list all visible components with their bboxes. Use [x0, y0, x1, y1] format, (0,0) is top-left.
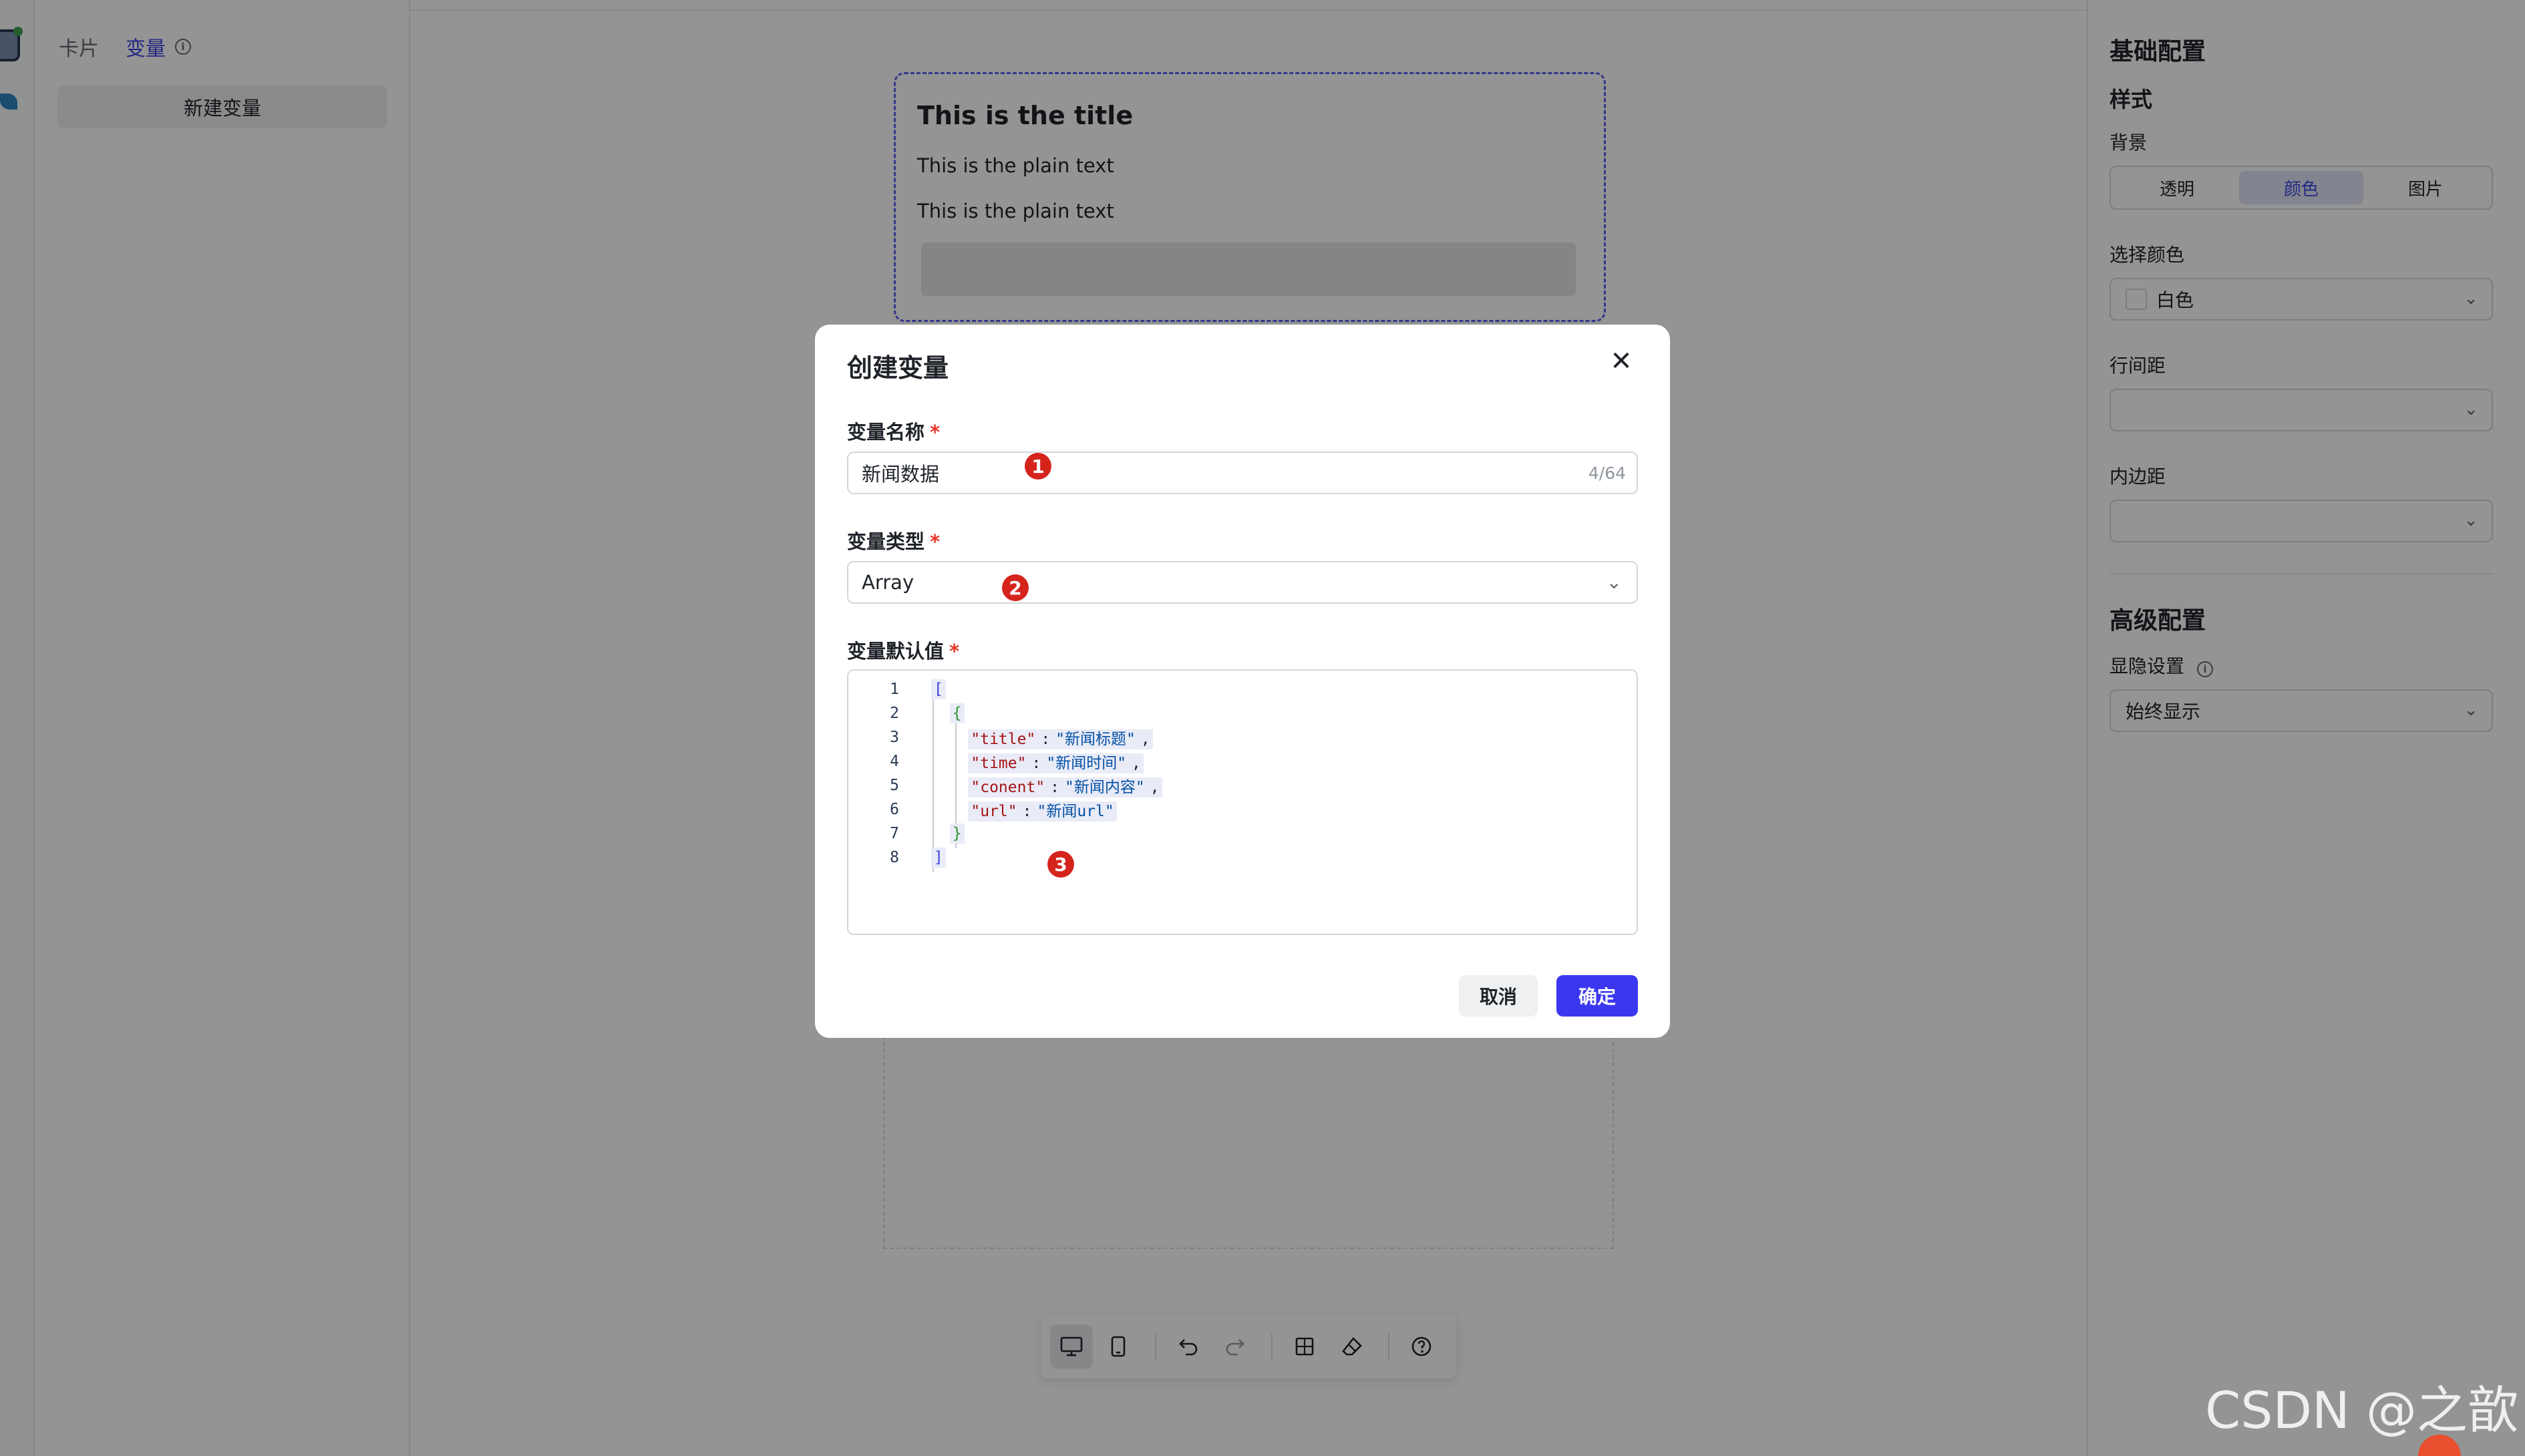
code-token: "新闻url": [1034, 801, 1117, 822]
code-token: :: [1038, 729, 1053, 749]
code-token: ]: [931, 848, 946, 868]
required-mark: *: [930, 421, 941, 443]
code-text[interactable]: "conent": "新闻内容",: [931, 774, 1162, 797]
line-number: 2: [890, 705, 899, 722]
code-line[interactable]: 1[: [848, 677, 1637, 701]
code-text[interactable]: [: [931, 679, 946, 699]
code-token: "新闻时间": [1043, 753, 1130, 773]
code-token: ,: [1147, 777, 1162, 797]
code-line[interactable]: 6 "url": "新闻url": [848, 797, 1637, 822]
variable-name-label: 变量名称 *: [847, 417, 940, 445]
required-mark: *: [930, 530, 941, 553]
code-text[interactable]: }: [931, 824, 965, 844]
annotation-badge-1: 1: [1025, 453, 1051, 480]
variable-type-label-text: 变量类型: [847, 530, 925, 553]
dialog-title: 创建变量: [847, 353, 949, 383]
watermark: CSDN @之歆: [2205, 1381, 2518, 1440]
line-number: 5: [890, 777, 899, 794]
chevron-down-icon: ⌄: [1606, 571, 1622, 593]
code-token: "title": [968, 729, 1039, 749]
code-text[interactable]: {: [931, 703, 965, 723]
required-mark: *: [949, 640, 960, 663]
code-token: "time": [968, 753, 1029, 773]
code-text[interactable]: ]: [931, 848, 946, 868]
code-lines[interactable]: 1[2 {3 "title": "新闻标题", 4 "time": "新闻时间", 5 …: [848, 677, 1637, 870]
code-line[interactable]: 2 {: [848, 701, 1637, 725]
code-text[interactable]: "url": "新闻url": [931, 798, 1117, 822]
annotation-badge-2: 2: [1002, 574, 1029, 601]
code-token: "url": [968, 801, 1020, 822]
variable-name-input[interactable]: [847, 451, 1638, 494]
line-number: 4: [890, 753, 899, 770]
code-token: [: [931, 679, 946, 699]
name-char-counter: 4/64: [1588, 464, 1626, 483]
line-number: 1: [890, 681, 899, 698]
close-icon[interactable]: ✕: [1605, 345, 1638, 378]
code-line[interactable]: 7 }: [848, 822, 1637, 846]
confirm-button[interactable]: 确定: [1556, 975, 1638, 1017]
variable-default-label-text: 变量默认值: [847, 640, 945, 663]
code-token: "conent": [968, 777, 1048, 797]
code-token: :: [1019, 801, 1035, 822]
code-token: {: [949, 703, 965, 723]
default-value-code-editor[interactable]: 1[2 {3 "title": "新闻标题", 4 "time": "新闻时间", 5 …: [847, 669, 1638, 935]
create-variable-dialog: 创建变量 ✕ 变量名称* 4/64 1 变量类型* Array ⌄ 2 变量默认…: [815, 325, 1670, 1038]
line-number: 8: [890, 849, 899, 866]
code-token: "新闻标题": [1053, 729, 1138, 749]
code-line[interactable]: 3 "title": "新闻标题",: [848, 725, 1637, 749]
line-number: 3: [890, 729, 899, 746]
cancel-button[interactable]: 取消: [1459, 975, 1538, 1017]
line-number: 6: [890, 801, 899, 818]
code-line[interactable]: 8]: [848, 846, 1637, 870]
variable-type-label: 变量类型 *: [847, 526, 940, 554]
variable-default-label: 变量默认值 *: [847, 636, 959, 664]
code-token: ,: [1129, 753, 1144, 773]
annotation-badge-3: 3: [1047, 851, 1074, 878]
code-text[interactable]: "time": "新闻时间",: [931, 750, 1144, 773]
code-line[interactable]: 4 "time": "新闻时间",: [848, 749, 1637, 773]
code-token: ,: [1138, 729, 1153, 749]
line-number: 7: [890, 825, 899, 842]
variable-type-value: Array: [862, 571, 914, 594]
code-token: "新闻内容": [1062, 777, 1148, 797]
code-token: :: [1047, 777, 1063, 797]
code-text[interactable]: "title": "新闻标题",: [931, 726, 1153, 749]
variable-type-select[interactable]: Array ⌄: [847, 561, 1638, 604]
code-token: }: [949, 824, 965, 844]
code-line[interactable]: 5 "conent": "新闻内容",: [848, 773, 1637, 797]
variable-name-label-text: 变量名称: [847, 421, 925, 443]
code-token: :: [1029, 753, 1044, 773]
